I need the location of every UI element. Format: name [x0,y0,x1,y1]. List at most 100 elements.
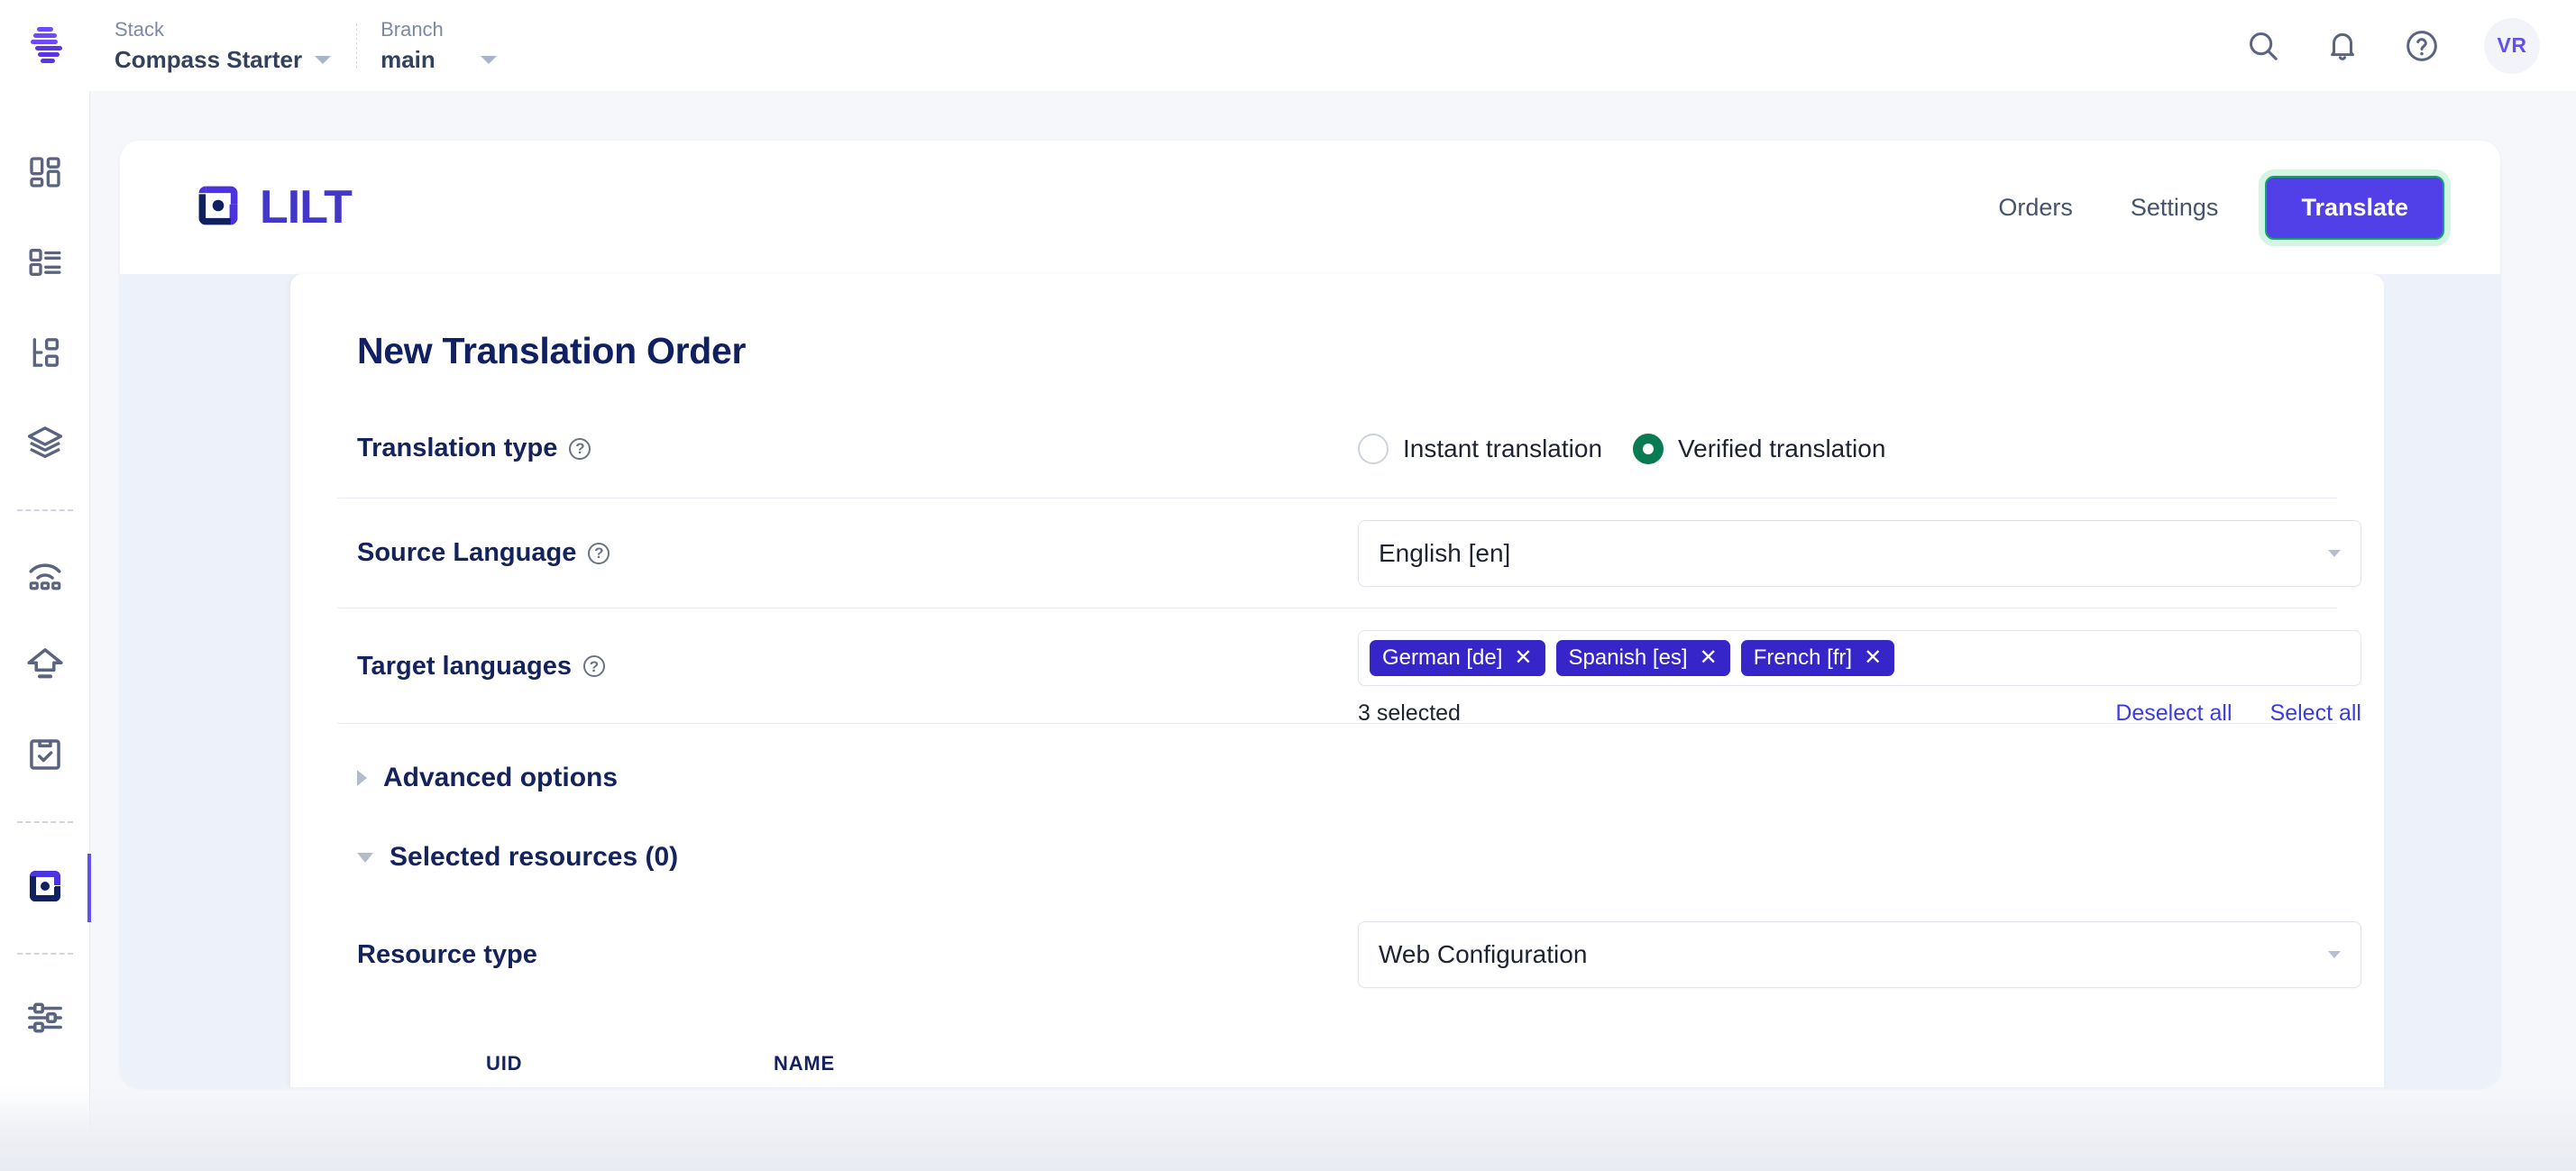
triangle-right-icon [357,770,367,786]
search-icon[interactable] [2239,22,2287,70]
target-languages-meta: 3 selected Deselect all Select all [1358,700,2361,727]
target-languages-multiselect[interactable]: German [de] ✕ Spanish [es] ✕ French [fr]… [1358,630,2361,686]
resource-type-row: Resource type Web Configuration [337,897,2361,1012]
chevron-down-icon [2328,951,2341,958]
deselect-all-link[interactable]: Deselect all [2115,700,2232,727]
sidebar-item-live-preview[interactable] [0,531,90,621]
radio-instant-label: Instant translation [1403,434,1603,462]
stacks-layers-icon [26,424,64,466]
question-circle-icon[interactable] [2397,22,2446,70]
lilt-brand[interactable]: LILT [192,179,353,236]
target-languages-field: German [de] ✕ Spanish [es] ✕ French [fr]… [1358,630,2361,727]
resource-type-label: Resource type [357,939,537,969]
translation-type-label: Translation type [357,434,558,462]
chevron-down-icon [480,55,497,64]
advanced-options-label: Advanced options [383,763,619,792]
nav-settings[interactable]: Settings [2102,195,2248,220]
rail-divider [16,509,73,511]
hierarchy-icon [27,334,63,375]
resource-type-select[interactable]: Web Configuration [1358,921,2361,988]
source-language-label-group: Source Language ? [357,538,1358,568]
translation-type-field: Instant translation Verified translation [1358,433,2317,464]
resource-table-header: UID NAME [357,1038,2317,1087]
advanced-options-toggle[interactable]: Advanced options [337,738,2337,818]
content-types-icon [27,244,63,285]
chevron-down-icon [315,55,332,64]
language-chip[interactable]: German [de] ✕ [1370,640,1545,676]
contentstack-logo-icon[interactable] [0,0,91,91]
left-nav-rail [0,91,91,1171]
rail-divider [16,953,73,955]
chip-label: French [fr] [1753,645,1853,670]
sidebar-item-settings[interactable] [0,974,90,1065]
sidebar-item-stacks[interactable] [0,399,90,489]
lilt-logo-icon [192,179,244,236]
chip-label: German [de] [1382,645,1503,670]
publish-upload-icon [26,645,64,688]
live-preview-icon [26,555,64,598]
branch-label: Branch [380,17,444,41]
stack-label: Stack [115,17,165,41]
close-icon[interactable]: ✕ [1864,647,1882,669]
rail-divider [16,821,73,823]
branch-selector[interactable]: Branch main [357,0,497,91]
radio-instant-translation[interactable]: Instant translation [1358,433,1603,464]
close-icon[interactable]: ✕ [1514,647,1532,669]
top-bar: Stack Compass Starter Branch main VR [0,0,2576,91]
close-icon[interactable]: ✕ [1700,647,1718,669]
lilt-wordmark: LILT [260,181,353,233]
app-card: LILT Orders Settings Translate New Trans… [120,141,2500,1087]
resource-type-value: Web Configuration [1379,940,1588,968]
bell-icon[interactable] [2318,22,2367,70]
language-chip[interactable]: Spanish [es] ✕ [1555,640,1730,676]
source-language-row: Source Language ? English [en] [337,499,2361,608]
radio-mark-selected [1633,433,1664,464]
target-languages-label-group: Target languages ? [357,630,1358,702]
sidebar-item-dashboard[interactable] [0,129,90,219]
dashboard-icon [27,154,63,195]
stack-selector[interactable]: Stack Compass Starter [91,0,332,91]
sidebar-item-publish[interactable] [0,621,90,711]
select-all-link[interactable]: Select all [2270,700,2361,727]
page-bottom-fade [0,1086,2576,1171]
column-header-uid[interactable]: UID [357,1052,754,1075]
sidebar-item-tasks[interactable] [0,711,90,801]
triangle-down-icon [357,852,373,863]
question-circle-icon[interactable]: ? [582,655,605,677]
chip-label: Spanish [es] [1568,645,1688,670]
new-order-panel: New Translation Order Translation type ?… [290,274,2384,1087]
lilt-app-icon [24,865,66,911]
sidebar-item-lilt-app[interactable] [0,843,91,933]
target-languages-row: Target languages ? German [de] ✕ Spanish… [337,608,2361,726]
resource-type-label-group: Resource type [357,940,1358,970]
selected-count: 3 selected [1358,700,1461,726]
top-bar-actions: VR [2239,17,2576,74]
app-nav: Orders Settings Translate [1969,175,2444,240]
sidebar-item-content-types[interactable] [0,219,90,309]
source-language-label: Source Language [357,538,577,567]
settings-sliders-icon [26,999,64,1041]
source-language-select[interactable]: English [en] [1358,519,2361,587]
question-circle-icon[interactable]: ? [588,542,610,564]
page-title: New Translation Order [357,330,747,371]
translate-button[interactable]: Translate [2265,175,2444,240]
column-header-name[interactable]: NAME [754,1052,2317,1075]
lilt-app-header: LILT Orders Settings Translate [120,141,2500,274]
radio-verified-label: Verified translation [1678,434,1886,462]
avatar[interactable]: VR [2484,17,2540,74]
radio-verified-translation[interactable]: Verified translation [1633,433,1886,464]
source-language-value: English [en] [1379,538,1511,567]
resource-type-field: Web Configuration [1358,921,2361,988]
source-language-field: English [en] [1358,519,2361,587]
sidebar-item-hierarchy[interactable] [0,309,90,399]
nav-orders[interactable]: Orders [1969,195,2102,220]
question-circle-icon[interactable]: ? [569,437,591,460]
translation-type-label-group: Translation type ? [357,434,1358,463]
selected-resources-toggle[interactable]: Selected resources (0) [337,818,2337,897]
selection-links: Deselect all Select all [2115,700,2361,727]
branch-value: main [380,45,435,73]
translation-type-radio-group: Instant translation Verified translation [1358,433,2317,464]
app-body: New Translation Order Translation type ?… [120,274,2500,1087]
tasks-clipboard-icon [26,736,64,778]
language-chip[interactable]: French [fr] ✕ [1740,640,1895,676]
